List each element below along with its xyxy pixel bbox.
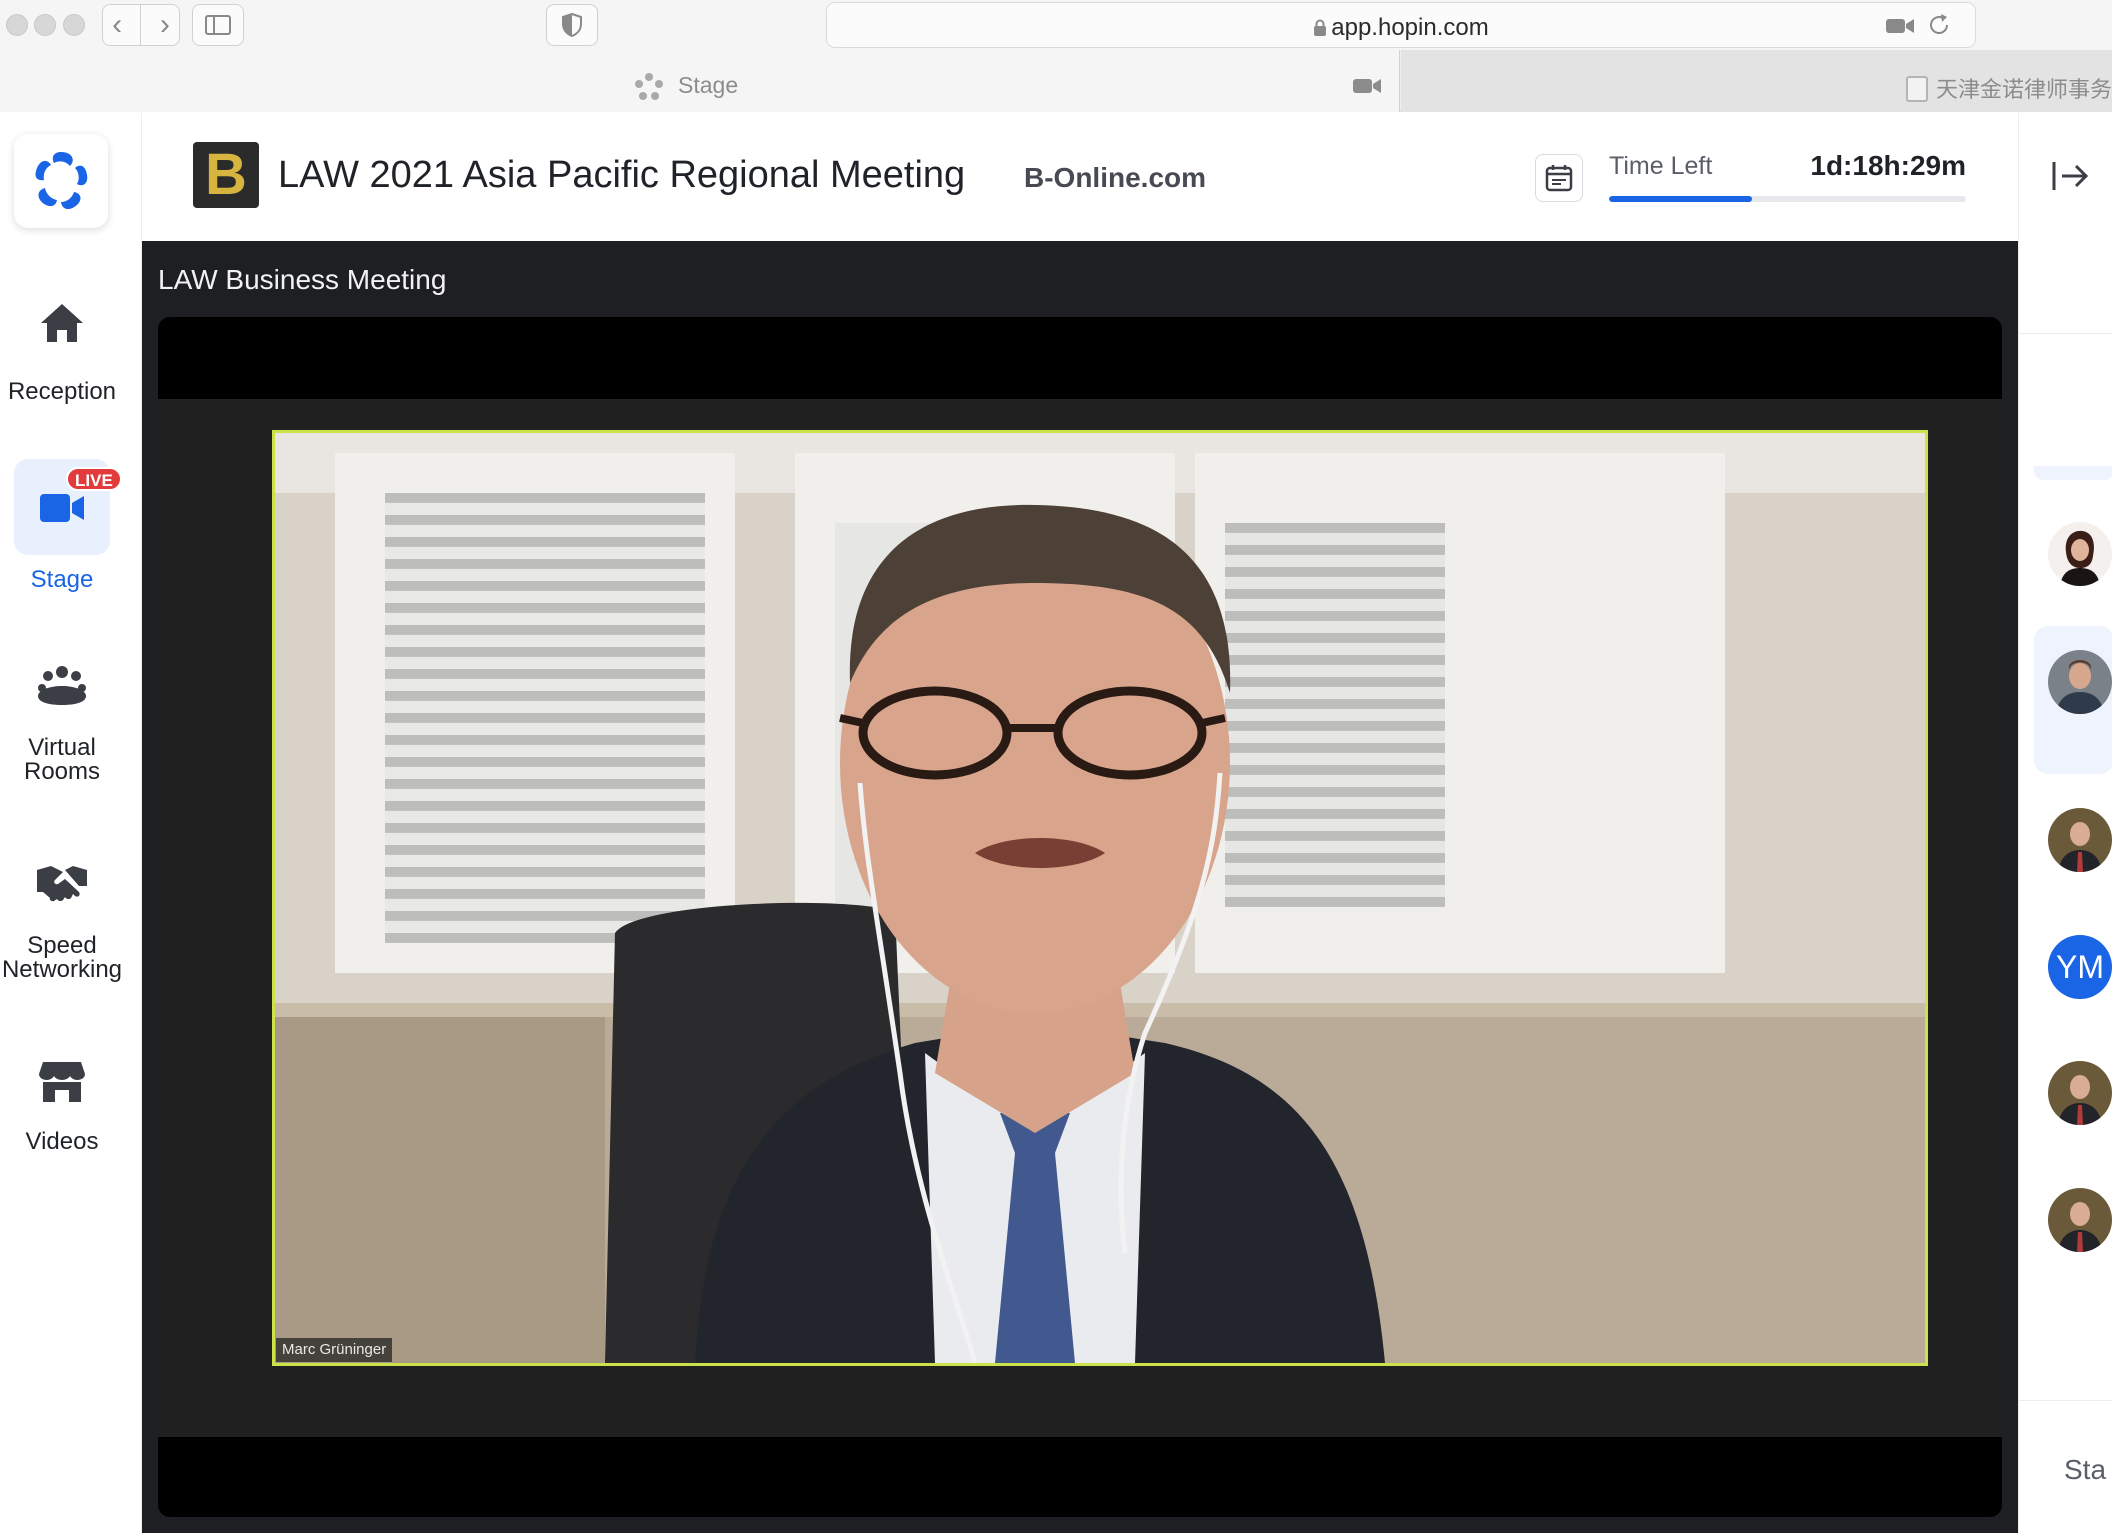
privacy-shield-button[interactable]	[546, 4, 598, 46]
calendar-icon	[1545, 165, 1573, 192]
home-icon	[41, 304, 83, 342]
sidebar-toggle-button[interactable]	[192, 4, 244, 46]
handshake-icon	[37, 866, 87, 902]
attendee-avatar-initials[interactable]: YM	[2048, 935, 2112, 999]
sidebar-item-label: Reception	[7, 378, 117, 405]
sidebar-item-virtual-rooms[interactable]: Virtual Rooms	[0, 664, 124, 784]
document-icon	[1905, 76, 1928, 102]
tab-title: Stage	[678, 72, 739, 98]
chevron-left-icon[interactable]: ‹	[112, 8, 122, 42]
sidebar-item-reception[interactable]: Reception	[0, 302, 124, 404]
sidebar-item-speed-networking[interactable]: Speed Networking	[0, 862, 124, 982]
man-avatar-icon	[2048, 650, 2112, 714]
storefront-icon	[39, 1062, 85, 1102]
tab-camera-icon	[1353, 79, 1381, 93]
attendee-avatar[interactable]	[2048, 808, 2112, 872]
speaker-name-tag: Marc Grüninger	[276, 1338, 393, 1362]
right-panel-divider	[2019, 1400, 2112, 1401]
sidebar-item-label: Virtual Rooms	[23, 734, 101, 785]
url-text: app.hopin.com	[1331, 14, 1489, 41]
attendee-avatar[interactable]	[2048, 1061, 2112, 1125]
speaker-video-image	[275, 433, 1925, 1363]
shield-icon	[562, 13, 582, 37]
video-letterbox-top	[158, 317, 2002, 399]
session-title: LAW Business Meeting	[158, 264, 447, 295]
camera-permission-icon[interactable]	[1885, 16, 1915, 36]
video-letterbox-bottom	[158, 1437, 2002, 1517]
organizer-name[interactable]: B-Online.com	[1024, 162, 1206, 194]
live-badge: LIVE	[66, 467, 122, 491]
time-left-label: Time Left	[1609, 152, 1713, 180]
back-forward-buttons[interactable]: ‹ ›	[102, 4, 180, 46]
window-close-button[interactable]	[6, 14, 28, 36]
attendee-avatar[interactable]	[2048, 1188, 2112, 1252]
time-left-value: 1d:18h:29m	[1810, 150, 1966, 181]
man-avatar-icon	[2048, 1188, 2112, 1252]
time-left-progress-fill	[1609, 196, 1752, 202]
right-panel-card-edge	[2034, 466, 2112, 480]
event-title: LAW 2021 Asia Pacific Regional Meeting	[278, 154, 966, 196]
video-camera-icon	[40, 494, 84, 522]
organizer-logo[interactable]: B	[193, 142, 259, 208]
chevron-right-icon[interactable]: ›	[160, 8, 170, 42]
collapse-panel-icon[interactable]	[2050, 158, 2090, 194]
right-panel-bottom-label: Sta	[2064, 1454, 2107, 1485]
attendee-avatar[interactable]	[2048, 522, 2112, 586]
woman-avatar-icon	[2048, 522, 2112, 586]
sidebar-item-videos[interactable]: Videos	[0, 1060, 124, 1154]
window-minimize-button[interactable]	[34, 14, 56, 36]
window-zoom-button[interactable]	[63, 14, 85, 36]
sidebar-item-label: Stage	[30, 566, 94, 593]
speaker-video-tile[interactable]	[272, 430, 1928, 1366]
sidebar-item-label: Speed Networking	[1, 932, 123, 983]
right-panel-divider	[2019, 333, 2112, 334]
lock-icon	[1314, 19, 1327, 36]
man-avatar-icon	[2048, 1061, 2112, 1125]
address-bar[interactable]: app.hopin.com	[826, 2, 1976, 48]
tab-other-title: 天津金诺律师事务	[1905, 72, 2112, 104]
hopin-favicon-icon	[635, 73, 663, 100]
man-avatar-icon	[2048, 808, 2112, 872]
sidebar-item-label: Videos	[25, 1128, 99, 1155]
sidebar-icon	[205, 15, 231, 35]
hopin-logo[interactable]	[14, 134, 108, 228]
schedule-button[interactable]	[1535, 154, 1583, 202]
people-group-icon	[38, 666, 86, 705]
reload-icon[interactable]	[1927, 13, 1951, 37]
sidebar-item-stage[interactable]: Stage	[0, 492, 124, 592]
hopin-logo-icon	[35, 152, 88, 210]
time-left-progress	[1609, 196, 1966, 202]
attendee-avatar[interactable]	[2048, 650, 2112, 714]
